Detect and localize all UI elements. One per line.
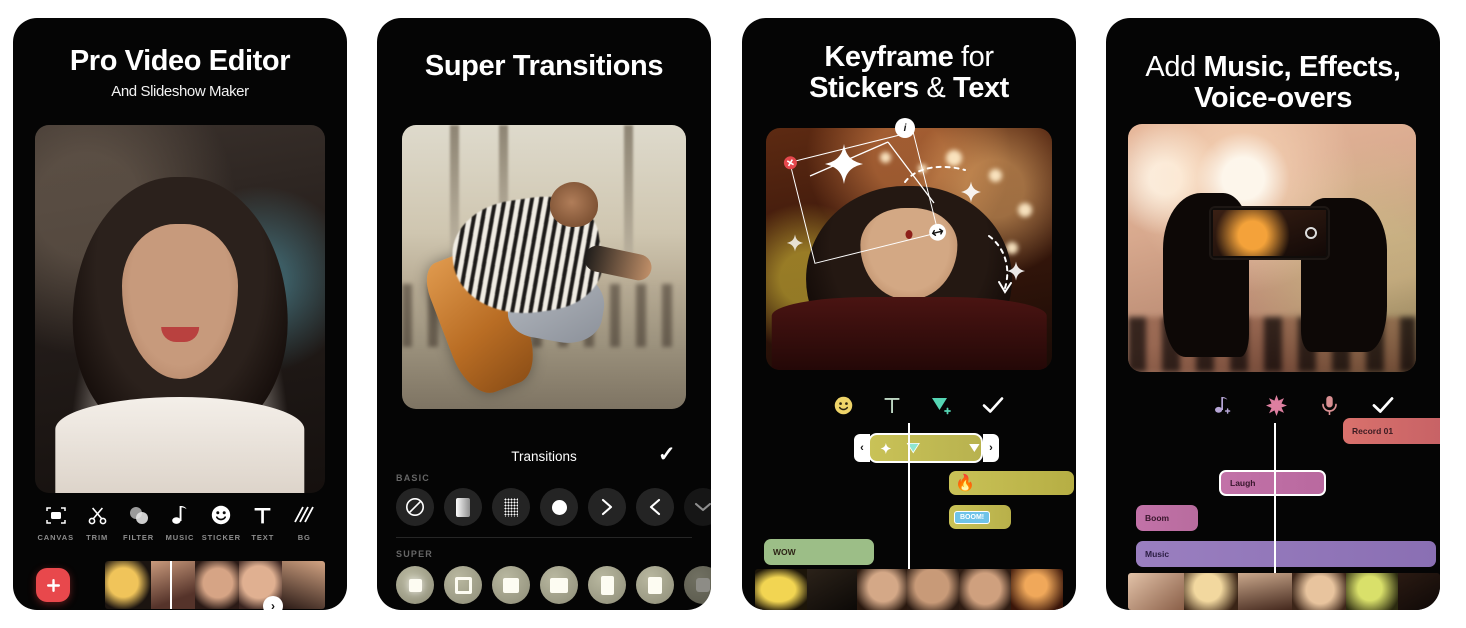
transition-super-frame[interactable] <box>444 566 482 604</box>
transition-dissolve[interactable] <box>492 488 530 526</box>
title-part-amp: & <box>926 72 946 104</box>
page-title: Pro Video Editor <box>69 45 291 77</box>
sidebar-item-label: BG <box>297 533 311 542</box>
boom-sticker-badge: BOOM! <box>954 510 991 524</box>
filter-icon <box>128 504 149 526</box>
fire-emoji-icon: 🔥 <box>955 475 975 492</box>
add-shape-tool-icon[interactable] <box>930 393 952 417</box>
sidebar-item-music[interactable]: MUSIC <box>159 504 200 542</box>
scissors-icon <box>88 504 107 526</box>
sidebar-item-canvas[interactable]: CANVAS <box>35 504 76 542</box>
confirm-button[interactable] <box>982 393 1004 417</box>
sidebar-item-text[interactable]: TEXT <box>242 504 283 542</box>
music-tool-icon[interactable] <box>1214 393 1232 417</box>
record-clip[interactable]: Record 01 <box>1343 418 1440 444</box>
smiley-icon <box>211 504 231 526</box>
page-title: Super Transitions <box>424 50 664 82</box>
canvas-icon <box>45 504 66 526</box>
page-title: Keyframe for Stickers & Text <box>742 42 1076 104</box>
transition-slide-down[interactable] <box>684 488 711 526</box>
section-label-super: SUPER <box>396 549 434 559</box>
editor-toolbar: CANVAS TRIM FILTER MUSIC STICKER TEXT BG <box>13 504 347 542</box>
transition-slide-left[interactable] <box>636 488 674 526</box>
title-part-keyframe: Keyframe <box>824 41 954 73</box>
title-part-add: Add <box>1145 51 1196 83</box>
app-store-screenshot-gallery: Pro Video Editor And Slideshow Maker CAN… <box>0 0 1466 628</box>
voice-over-tool-icon[interactable] <box>1321 393 1338 417</box>
preview-image <box>766 128 1052 370</box>
delete-handle-icon[interactable] <box>782 154 799 171</box>
expand-timeline-button[interactable]: › <box>263 596 283 610</box>
screenshot-card-keyframe: Keyframe for Stickers & Text i ‹ › 🔥 BOO… <box>742 18 1076 610</box>
keyframe-info-badge[interactable]: i <box>895 118 915 138</box>
transition-row-super[interactable] <box>396 566 711 604</box>
section-label-basic: BASIC <box>396 473 431 483</box>
timeline-filmstrip[interactable] <box>105 561 325 609</box>
sidebar-item-filter[interactable]: FILTER <box>118 504 159 542</box>
sidebar-item-label: TEXT <box>251 533 275 542</box>
boom-sticker-clip[interactable]: BOOM! <box>949 505 1011 529</box>
fire-sticker-clip[interactable]: 🔥 <box>949 471 1074 495</box>
diagonal-lines-icon <box>294 504 315 526</box>
timeline-filmstrip[interactable] <box>755 569 1063 610</box>
sidebar-item-trim[interactable]: TRIM <box>76 504 117 542</box>
laugh-clip[interactable]: Laugh <box>1219 470 1326 496</box>
transition-super-square[interactable] <box>636 566 674 604</box>
confirm-button[interactable] <box>1372 393 1394 417</box>
section-divider <box>396 537 692 538</box>
music-clip[interactable]: Music <box>1136 541 1436 567</box>
trim-handle-right[interactable]: › <box>983 434 999 462</box>
page-subtitle: And Slideshow Maker <box>111 83 249 100</box>
screenshot-card-pro-video-editor: Pro Video Editor And Slideshow Maker CAN… <box>13 18 347 610</box>
transition-fade[interactable] <box>444 488 482 526</box>
text-tool-icon[interactable] <box>883 393 901 417</box>
playhead[interactable] <box>170 561 172 609</box>
sidebar-item-sticker[interactable]: STICKER <box>201 504 242 542</box>
transition-super-tall[interactable] <box>588 566 626 604</box>
wow-text-clip[interactable]: WOW <box>764 539 874 565</box>
preview-image <box>402 125 686 409</box>
screenshot-card-super-transitions: Super Transitions Transitions ✓ BASIC SU… <box>377 18 711 610</box>
selected-sticker-clip[interactable] <box>868 433 983 463</box>
title-part-for: for <box>961 41 994 73</box>
text-icon <box>253 504 272 526</box>
title-part-music-effects: Music, Effects, <box>1203 51 1401 83</box>
title-part-voiceovers: Voice-overs <box>1194 82 1352 114</box>
sidebar-item-bg[interactable]: BG <box>284 504 325 542</box>
sparkle-icon <box>880 442 892 454</box>
preview-image <box>35 125 325 493</box>
sparkle-sticker-small <box>786 234 804 253</box>
preview-image <box>1128 124 1416 372</box>
transition-super-box[interactable] <box>492 566 530 604</box>
title-part-text: Text <box>953 72 1009 104</box>
transition-slide-right[interactable] <box>588 488 626 526</box>
confirm-button[interactable]: ✓ <box>658 442 676 467</box>
page-title: Add Music, Effects, Voice-overs <box>1106 52 1440 114</box>
transition-none[interactable] <box>396 488 434 526</box>
sidebar-item-label: TRIM <box>86 533 109 542</box>
transition-super-wide[interactable] <box>540 566 578 604</box>
sticker-tool-icon[interactable] <box>834 393 853 417</box>
keyframe-marker-icon <box>969 443 980 453</box>
effects-tool-icon[interactable] <box>1266 393 1287 417</box>
transition-super-zoom[interactable] <box>396 566 434 604</box>
boom-clip[interactable]: Boom <box>1136 505 1198 531</box>
editor-toolbar <box>834 393 1004 417</box>
transition-super-more[interactable] <box>684 566 711 604</box>
music-note-icon <box>172 504 187 526</box>
editor-toolbar <box>1214 393 1394 417</box>
transition-row-basic[interactable] <box>396 488 711 526</box>
sidebar-item-label: STICKER <box>201 533 241 542</box>
screenshot-card-music-effects: Add Music, Effects, Voice-overs Record 0… <box>1106 18 1440 610</box>
motion-path-arrow <box>988 235 1013 295</box>
transition-circle[interactable] <box>540 488 578 526</box>
add-media-button[interactable] <box>36 568 70 602</box>
title-part-stickers: Stickers <box>809 72 919 104</box>
timeline-filmstrip[interactable] <box>1128 573 1440 610</box>
sidebar-item-label: FILTER <box>123 533 155 542</box>
sidebar-item-label: CANVAS <box>37 533 74 542</box>
sidebar-item-label: MUSIC <box>165 533 195 542</box>
